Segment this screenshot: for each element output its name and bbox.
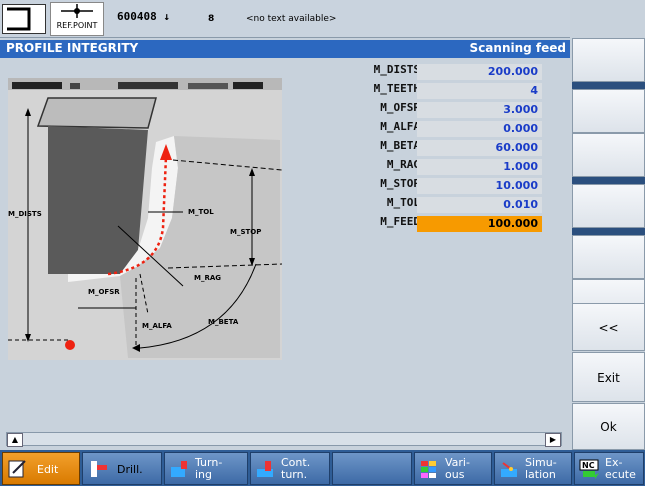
- exit-button[interactable]: Exit: [572, 352, 645, 402]
- softkey-4[interactable]: [572, 184, 645, 228]
- beta-label: M_BETA: [208, 318, 239, 326]
- param-row: M_OFSR 3.000: [282, 101, 546, 120]
- param-row: M_FEED 100.000: [282, 215, 546, 234]
- status-message: <no text available>: [246, 14, 337, 24]
- param-label: M_ALFA: [380, 120, 420, 133]
- sim-label-2: lation: [525, 468, 556, 481]
- param-label: M_BETA: [380, 139, 420, 152]
- param-value-field[interactable]: 0.000: [417, 121, 542, 137]
- back-button[interactable]: <<: [572, 303, 645, 351]
- param-value-field[interactable]: 10.000: [417, 178, 542, 194]
- page-subtitle: Scanning feed: [469, 41, 566, 55]
- tol-label: M_TOL: [188, 208, 214, 216]
- stop-label: M_STOP: [230, 228, 262, 236]
- page-title: PROFILE INTEGRITY: [6, 41, 139, 55]
- edit-button[interactable]: Edit: [2, 452, 80, 485]
- param-value-field[interactable]: 1.000: [417, 159, 542, 175]
- ok-button[interactable]: Ok: [572, 403, 645, 450]
- alfa-label: M_ALFA: [142, 322, 172, 330]
- title-bar: PROFILE INTEGRITY Scanning feed: [0, 40, 570, 58]
- scroll-up-icon[interactable]: ▲: [7, 433, 23, 447]
- param-value-field[interactable]: 60.000: [417, 140, 542, 156]
- simulation-button[interactable]: Simu-lation: [494, 452, 572, 485]
- softkey-separator: [572, 177, 645, 184]
- param-label: M_STOP: [380, 177, 420, 190]
- ref-point-indicator: REF.POINT: [50, 2, 104, 36]
- param-row: M_STOP 10.000: [282, 177, 546, 196]
- param-row: M_ALFA 0.000: [282, 120, 546, 139]
- param-value-field-active[interactable]: 100.000: [417, 216, 542, 232]
- various-icon: [419, 459, 441, 479]
- param-row: M_TOL 0.010: [282, 196, 546, 215]
- drill-icon: [87, 459, 109, 479]
- param-row: M_DISTS 200.000: [282, 63, 546, 82]
- softkey-3[interactable]: [572, 133, 645, 177]
- mode-icon: [2, 4, 46, 34]
- param-label: M_OFSR: [380, 101, 420, 114]
- nc-execute-icon: NC: [579, 459, 601, 479]
- empty-softkey[interactable]: [332, 452, 412, 485]
- turning-label-2: ing: [195, 468, 213, 481]
- param-value-field[interactable]: 4: [417, 83, 542, 99]
- drill-label: Drill.: [117, 463, 143, 476]
- profile-diagram: M_DISTS M_TOL M_STOP M_RAG M_OFSR M_ALFA…: [8, 78, 282, 360]
- softkey-separator: [572, 82, 645, 89]
- param-label: M_DISTS: [373, 63, 420, 76]
- svg-text:NC: NC: [582, 461, 595, 470]
- dists-label: M_DISTS: [8, 210, 42, 218]
- various-label-2: ous: [445, 468, 465, 481]
- drill-button[interactable]: Drill.: [82, 452, 162, 485]
- horizontal-scrollbar[interactable]: ▲ ▶: [6, 432, 562, 447]
- various-button[interactable]: Vari-ous: [414, 452, 492, 485]
- rag-label: M_RAG: [194, 274, 222, 282]
- channel-number: 8: [208, 14, 215, 24]
- simulation-icon: [499, 459, 521, 479]
- param-row: M_TEETH 4: [282, 82, 546, 101]
- execute-button[interactable]: NC Ex-ecute: [574, 452, 644, 485]
- param-row: M_RAG 1.000: [282, 158, 546, 177]
- softkey-1[interactable]: [572, 38, 645, 82]
- param-label: M_RAG: [386, 158, 420, 171]
- edit-label: Edit: [37, 463, 59, 476]
- softkey-2[interactable]: [572, 89, 645, 133]
- arrow-down-icon: ↓: [163, 10, 170, 23]
- ofsr-label: M_OFSR: [88, 288, 120, 296]
- cont-turn-button[interactable]: Cont. turn.: [250, 452, 330, 485]
- softkey-separator: [572, 228, 645, 235]
- edit-icon: [7, 459, 29, 479]
- param-label: M_TEETH: [373, 82, 420, 95]
- program-number: 600408: [117, 10, 157, 23]
- ref-point-label: REF.POINT: [56, 21, 98, 30]
- crosshair-icon: [61, 4, 93, 18]
- param-value-field[interactable]: 3.000: [417, 102, 542, 118]
- exec-label-2: ecute: [605, 468, 636, 481]
- param-label: M_FEED: [380, 215, 420, 228]
- turning-button[interactable]: Turn-ing: [164, 452, 248, 485]
- param-value-field[interactable]: 0.010: [417, 197, 542, 213]
- param-label: M_TOL: [386, 196, 420, 209]
- param-row: M_BETA 60.000: [282, 139, 546, 158]
- scroll-right-icon[interactable]: ▶: [545, 433, 561, 447]
- contour-turning-icon: [255, 459, 277, 479]
- turning-icon: [169, 459, 191, 479]
- param-value-field[interactable]: 200.000: [417, 64, 542, 80]
- softkey-5[interactable]: [572, 235, 645, 279]
- cont-label-2: turn.: [281, 468, 308, 481]
